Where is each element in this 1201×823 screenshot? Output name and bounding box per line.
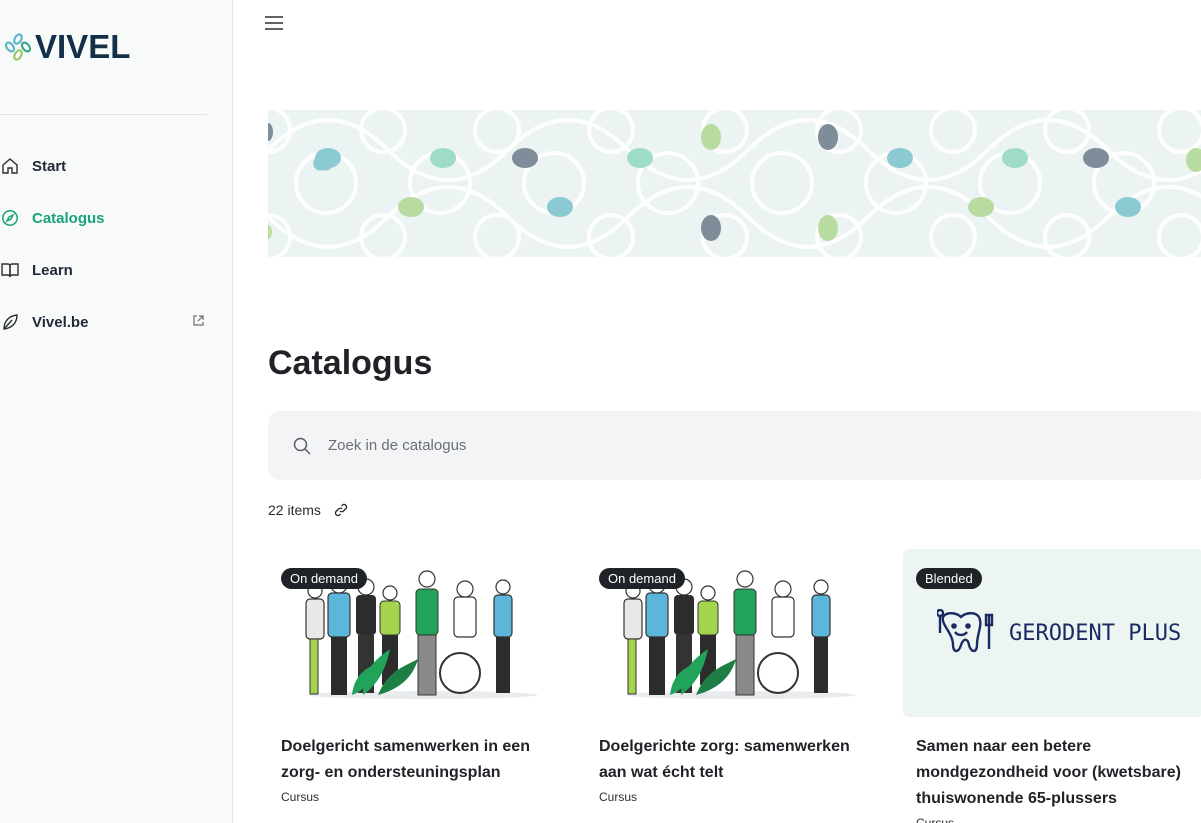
- search-bar[interactable]: [268, 411, 1201, 480]
- home-icon: [0, 156, 20, 176]
- sidebar-item-learn[interactable]: Learn: [0, 244, 233, 296]
- vivel-logo-mark-icon: [4, 33, 32, 61]
- sidebar-item-label: Learn: [32, 261, 73, 279]
- course-card[interactable]: GERODENT PLUS Blended Samen naar een bet…: [903, 549, 1201, 823]
- sidebar-nav: Start Catalogus Learn Vivel.be: [0, 140, 233, 348]
- course-thumbnail: On demand: [268, 549, 568, 717]
- course-type: Cursus: [599, 790, 638, 804]
- external-link-icon: [192, 314, 205, 332]
- hero-banner: [268, 110, 1201, 257]
- copy-link-button[interactable]: [333, 502, 349, 518]
- sidebar: VIVEL Start Catalogus Learn Vivel.be: [0, 0, 233, 823]
- gerodent-logo-text: GERODENT PLUS: [1009, 621, 1182, 646]
- course-badge: Blended: [916, 568, 982, 589]
- course-card[interactable]: On demand Doelgerichte zorg: samenwerken…: [586, 549, 886, 804]
- sidebar-item-label: Start: [32, 157, 67, 175]
- sidebar-item-catalogus[interactable]: Catalogus: [0, 192, 233, 244]
- logo-text: VIVEL: [35, 28, 131, 65]
- course-card[interactable]: On demand Doelgericht samenwerken in een…: [268, 549, 568, 804]
- compass-icon: [0, 208, 20, 228]
- search-icon: [293, 437, 311, 455]
- tooth-icon: [937, 609, 994, 653]
- sidebar-item-vivel-be[interactable]: Vivel.be: [0, 296, 233, 348]
- hamburger-icon: [265, 16, 283, 30]
- search-input[interactable]: [328, 437, 928, 454]
- sidebar-item-label: Catalogus: [32, 209, 105, 227]
- book-icon: [0, 260, 20, 280]
- sidebar-item-label: Vivel.be: [32, 313, 89, 331]
- results-count: 22 items: [268, 502, 321, 518]
- course-badge: On demand: [599, 568, 685, 589]
- course-title[interactable]: Doelgerichte zorg: samenwerken aan wat é…: [599, 734, 879, 786]
- leaf-icon: [0, 312, 20, 332]
- course-title[interactable]: Samen naar een betere mondgezondheid voo…: [916, 734, 1196, 812]
- hamburger-menu-button[interactable]: [262, 12, 286, 34]
- link-icon: [334, 503, 348, 517]
- results-count-row: 22 items: [268, 502, 349, 518]
- page-title: Catalogus: [268, 344, 433, 382]
- sidebar-item-start[interactable]: Start: [0, 140, 233, 192]
- course-thumbnail: On demand: [586, 549, 886, 717]
- course-badge: On demand: [281, 568, 367, 589]
- course-type: Cursus: [916, 816, 955, 823]
- vivel-logo[interactable]: VIVEL: [3, 28, 130, 66]
- banner-pattern: [268, 110, 1201, 257]
- course-type: Cursus: [281, 790, 320, 804]
- sidebar-divider: [0, 114, 207, 115]
- course-title[interactable]: Doelgericht samenwerken in een zorg- en …: [281, 734, 561, 786]
- course-thumbnail: GERODENT PLUS Blended: [903, 549, 1201, 717]
